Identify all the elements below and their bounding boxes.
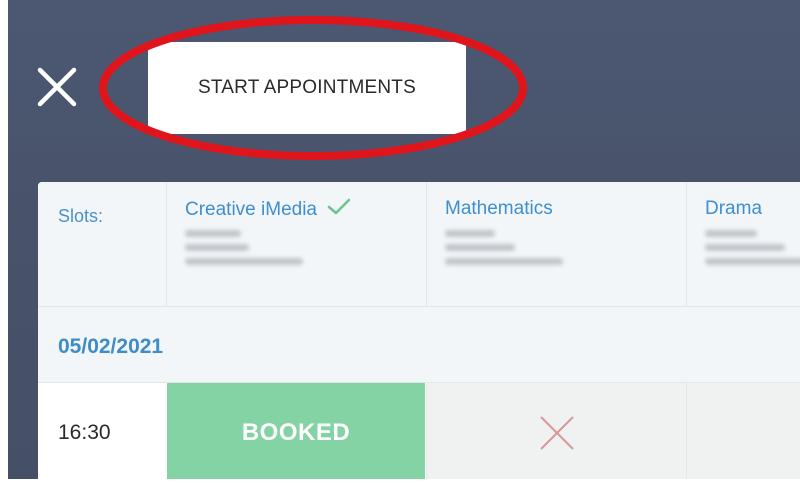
unavailable-slot-cell [686,383,800,483]
close-icon[interactable] [34,64,80,110]
teacher-detail-blurred [445,258,563,265]
teacher-detail-blurred [185,258,303,265]
subject-column-creative-imedia[interactable]: Creative iMedia [166,182,427,306]
slots-label: Slots: [58,206,104,226]
app-frame: START APPOINTMENTS Slots: Creative iMedi… [8,0,800,483]
subject-column-drama[interactable]: Drama [686,182,800,306]
slots-header: Slots: Creative iMedia Mathematics Drama [38,182,800,307]
subject-column-mathematics[interactable]: Mathematics [426,182,687,306]
teacher-room-blurred [705,244,785,251]
check-icon [327,198,351,222]
start-appointments-button[interactable]: START APPOINTMENTS [148,42,466,134]
time-slot-row: 16:30 BOOKED [38,383,800,483]
teacher-name-blurred [185,230,241,237]
teacher-name-blurred [445,230,495,237]
unavailable-slot-cell [426,383,687,483]
teacher-room-blurred [445,244,515,251]
cross-icon [540,416,574,450]
subject-name: Mathematics [445,198,553,219]
appointments-panel: Slots: Creative iMedia Mathematics Drama… [38,182,800,483]
date-row: 05/02/2021 [38,307,800,383]
slot-time: 16:30 [58,421,111,444]
subject-name: Creative iMedia [185,198,351,222]
schedule-date: 05/02/2021 [58,335,164,358]
teacher-detail-blurred [705,258,800,265]
teacher-name-blurred [705,230,757,237]
teacher-room-blurred [185,244,249,251]
booked-slot-cell[interactable]: BOOKED [167,383,425,483]
subject-name: Drama [705,198,763,219]
bottom-edge [0,479,800,483]
